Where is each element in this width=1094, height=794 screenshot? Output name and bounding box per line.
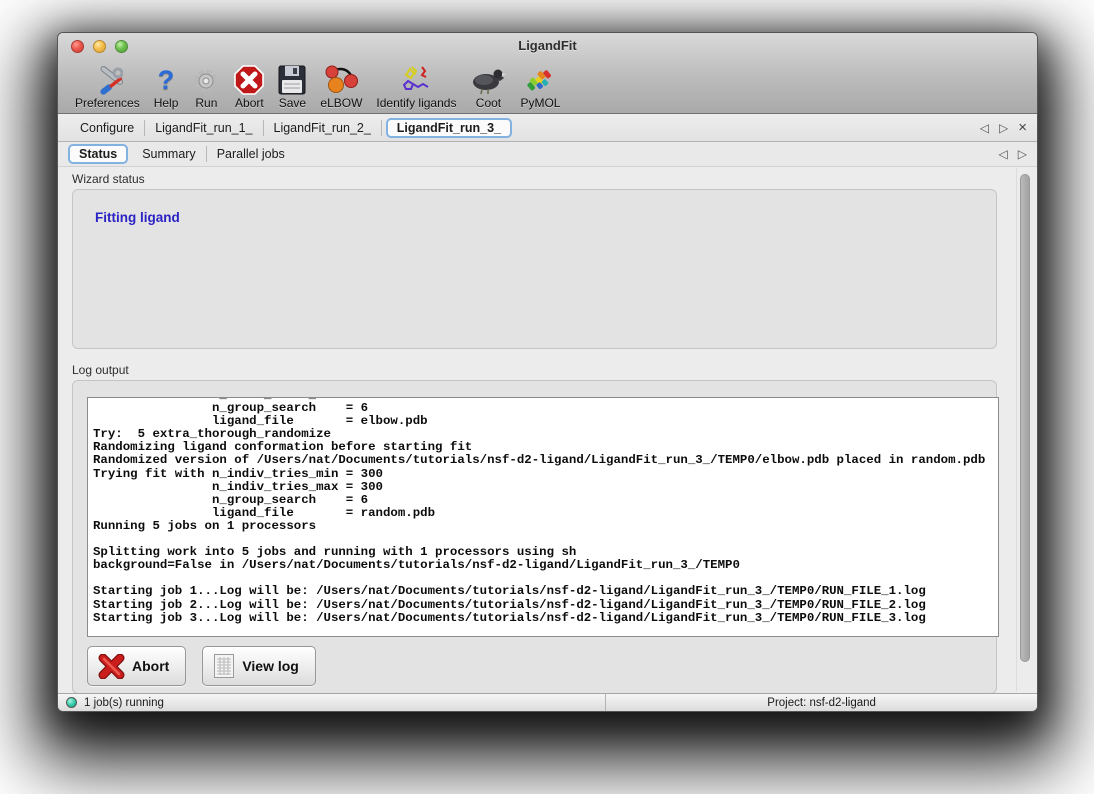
tab-ligandfit-run-2[interactable]: LigandFit_run_2_ bbox=[264, 119, 381, 137]
coot-button[interactable]: Coot bbox=[463, 63, 513, 110]
tab-ligandfit-run-1[interactable]: LigandFit_run_1_ bbox=[145, 119, 262, 137]
gear-icon bbox=[192, 63, 220, 95]
toolbar-item-label: Preferences bbox=[75, 96, 140, 110]
toolbar-item-label: eLBOW bbox=[320, 96, 362, 110]
preferences-button[interactable]: Preferences bbox=[68, 63, 147, 110]
abort-toolbar-button[interactable]: Abort bbox=[227, 63, 271, 110]
wizard-status-label: Wizard status bbox=[72, 172, 1011, 186]
subtab-scroll-left-icon[interactable]: ◁ bbox=[999, 147, 1008, 161]
floppy-icon bbox=[278, 63, 306, 95]
pymol-button[interactable]: PyMOL bbox=[513, 63, 567, 110]
vertical-scrollbar[interactable] bbox=[1016, 168, 1033, 691]
coot-bird-icon bbox=[470, 63, 506, 95]
running-indicator-icon bbox=[66, 697, 77, 708]
titlebar[interactable]: LigandFit bbox=[58, 33, 1037, 60]
status-panel: Wizard status Fitting ligand Log output … bbox=[58, 168, 1011, 693]
scrollbar-thumb[interactable] bbox=[1020, 174, 1030, 662]
wizard-status-message: Fitting ligand bbox=[95, 210, 974, 225]
tab-scroll-left-icon[interactable]: ◁ bbox=[980, 121, 989, 135]
help-button[interactable]: ? Help bbox=[147, 63, 186, 110]
toolbar: Preferences ? Help Run bbox=[58, 60, 1037, 114]
run-button[interactable]: Run bbox=[185, 63, 227, 110]
toolbar-item-label: PyMOL bbox=[520, 96, 560, 110]
jobs-status: 1 job(s) running bbox=[58, 694, 606, 711]
tab-scroll-right-icon[interactable]: ▷ bbox=[999, 121, 1008, 135]
view-log-button[interactable]: View log bbox=[202, 646, 316, 686]
identify-ligands-button[interactable]: Identify ligands bbox=[369, 63, 463, 110]
sub-tab-bar: Status Summary Parallel jobs ◁ ▷ bbox=[58, 142, 1037, 167]
log-output-label: Log output bbox=[72, 363, 1011, 377]
toolbar-item-label: Save bbox=[279, 96, 306, 110]
tab-parallel-jobs[interactable]: Parallel jobs bbox=[207, 145, 295, 163]
save-button[interactable]: Save bbox=[271, 63, 313, 110]
toolbar-item-label: Identify ligands bbox=[376, 96, 456, 110]
view-log-button-label: View log bbox=[242, 658, 299, 674]
log-text: n_indiv_tries_max = 300 n_group_search =… bbox=[88, 397, 998, 625]
toolbar-item-label: Abort bbox=[235, 96, 264, 110]
subtab-scroll-right-icon[interactable]: ▷ bbox=[1018, 147, 1027, 161]
run-tab-bar: Configure LigandFit_run_1_ LigandFit_run… bbox=[58, 114, 1037, 142]
toolbar-item-label: Help bbox=[154, 96, 179, 110]
elbow-button[interactable]: eLBOW bbox=[313, 63, 369, 110]
stop-icon bbox=[234, 63, 264, 95]
toolbar-item-label: Run bbox=[195, 96, 217, 110]
jobs-running-text: 1 job(s) running bbox=[84, 697, 164, 709]
help-icon: ? bbox=[158, 63, 175, 95]
tab-divider bbox=[381, 120, 382, 136]
pymol-helix-icon bbox=[523, 63, 557, 95]
ligandfit-window: LigandFit Preferences ? Help bbox=[57, 32, 1038, 712]
tab-summary[interactable]: Summary bbox=[132, 145, 205, 163]
ligands-icon bbox=[398, 63, 434, 95]
tab-status[interactable]: Status bbox=[68, 144, 128, 164]
close-tab-icon[interactable]: × bbox=[1018, 122, 1027, 134]
log-text-area[interactable]: n_indiv_tries_max = 300 n_group_search =… bbox=[87, 397, 999, 637]
log-document-icon bbox=[213, 653, 235, 679]
status-bar: 1 job(s) running Project: nsf-d2-ligand bbox=[58, 693, 1037, 711]
toolbar-item-label: Coot bbox=[476, 96, 501, 110]
abort-x-icon bbox=[98, 654, 125, 679]
wizard-status-box: Fitting ligand bbox=[72, 189, 997, 349]
log-output-box: n_indiv_tries_max = 300 n_group_search =… bbox=[72, 380, 997, 694]
tab-configure[interactable]: Configure bbox=[70, 119, 144, 137]
abort-button-label: Abort bbox=[132, 658, 169, 674]
action-buttons: Abort View bbox=[87, 646, 982, 686]
project-status: Project: nsf-d2-ligand bbox=[606, 697, 1037, 709]
window-title: LigandFit bbox=[58, 38, 1037, 53]
tools-icon bbox=[91, 63, 123, 95]
tab-ligandfit-run-3[interactable]: LigandFit_run_3_ bbox=[386, 118, 512, 138]
abort-button[interactable]: Abort bbox=[87, 646, 186, 686]
molecule-icon bbox=[324, 63, 358, 95]
titlebar-toolbar: LigandFit Preferences ? Help bbox=[58, 33, 1037, 114]
